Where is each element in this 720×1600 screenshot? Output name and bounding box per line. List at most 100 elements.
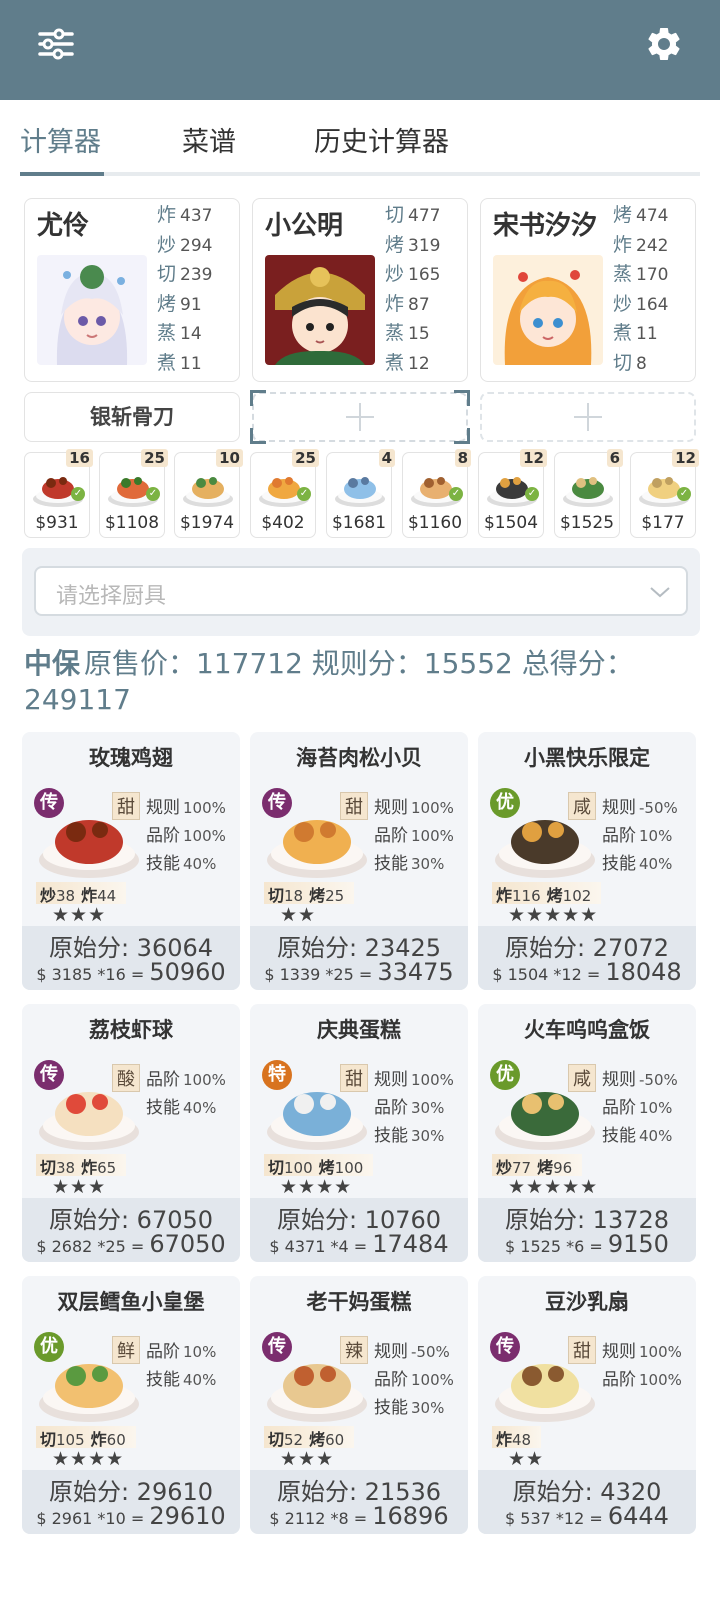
skill-value: 48 <box>512 1431 532 1449</box>
star-rating: ★★ <box>280 904 317 926</box>
bonus-value: 100% <box>183 799 226 817</box>
bonus-value: 10% <box>183 1343 217 1361</box>
tab-calculator[interactable]: 计算器 <box>20 120 101 159</box>
dish-total: 16896 <box>372 1502 449 1530</box>
equipment-slot-selected[interactable] <box>250 390 470 444</box>
bonus-row: 技能 40% <box>146 1094 226 1122</box>
star-rating: ★★★★★ <box>508 1176 599 1198</box>
flavor-tag: 咸 <box>568 1064 596 1092</box>
flavor-tag: 鲜 <box>112 1336 140 1364</box>
bonus-value: 40% <box>639 1127 673 1145</box>
selected-recipe-card[interactable]: 16 ✓ $931 <box>24 449 93 538</box>
bonus-label: 品阶 <box>146 1342 180 1362</box>
bonus-row: 品阶 100% <box>146 1066 226 1094</box>
kitchenware-placeholder: 请选择厨具 <box>56 584 167 609</box>
selected-recipe-card[interactable]: 25 ✓ $402 <box>250 449 319 538</box>
selection-corner <box>250 390 266 406</box>
dish-card[interactable]: 庆典蛋糕特甜规则 100% 品阶 30% 技能 30% 切100 烤100 ★★★★ 原始分: 1… <box>250 1004 468 1262</box>
bonus-label: 技能 <box>146 1370 180 1390</box>
chef-card[interactable]: 宋书汐汐 烤 474 炸 242 蒸 170 炒 164 煮 11 切8 <box>480 198 696 382</box>
skill-label: 烤 <box>546 886 563 905</box>
selected-recipe-card[interactable]: 25 ✓ $1108 <box>99 449 168 538</box>
bonus-list: 规则 -50% 品阶 10% 技能 40% <box>602 794 678 878</box>
selection-corner <box>250 428 266 444</box>
bonus-row: 规则 100% <box>146 794 226 822</box>
selected-recipe-card[interactable]: 8 ✓ $1160 <box>402 449 471 538</box>
dish-card[interactable]: 双层鳕鱼小皇堡优鲜品阶 10% 技能 40% 切105 炸60 ★★★★ 原始分: 29610… <box>22 1276 240 1534</box>
star-rating: ★★★ <box>52 904 107 926</box>
skill-value: 60 <box>325 1431 345 1449</box>
bonus-value: 100% <box>411 1071 454 1089</box>
dish-image <box>106 463 160 509</box>
equipment-slot-empty[interactable] <box>480 392 696 442</box>
bonus-list: 品阶 10% 技能 40% <box>146 1338 216 1394</box>
bonus-value: 100% <box>411 799 454 817</box>
bonus-label: 规则 <box>374 1070 408 1090</box>
dish-image <box>637 463 691 509</box>
stat-row: 炒 294 <box>157 233 213 256</box>
kitchenware-select[interactable]: 请选择厨具 <box>34 566 688 616</box>
selected-recipe-card[interactable]: 6 $1525 <box>554 449 623 538</box>
dish-score-footer: 原始分: 36064 $ 3185 *16 = 50960 <box>22 926 240 990</box>
chef-stats: 切 477 烤 319 炒 165 炸 87 蒸 15 煮 12 <box>385 201 469 378</box>
dish-name: 火车呜呜盒饭 <box>524 1018 650 1042</box>
sliders-icon[interactable] <box>34 22 78 66</box>
tab-history-calculator[interactable]: 历史计算器 <box>314 120 449 159</box>
bonus-value: 100% <box>183 1071 226 1089</box>
selected-recipe-card[interactable]: 12 ✓ $1504 <box>478 449 547 538</box>
dish-card[interactable]: 荔枝虾球传酸品阶 100% 技能 40% 切38 炸65 ★★★ 原始分: 67050 $ 26… <box>22 1004 240 1262</box>
plus-icon <box>344 401 376 433</box>
plus-icon <box>572 401 604 433</box>
recipe-price: $1504 <box>483 513 539 533</box>
stat-row: 煮 11 <box>157 351 202 374</box>
skill-value: 116 <box>512 887 541 905</box>
bonus-row: 技能 30% <box>374 1122 454 1150</box>
flavor-tag: 辣 <box>340 1336 368 1364</box>
dish-card[interactable]: 海苔肉松小贝传甜规则 100% 品阶 100% 技能 30% 切18 烤25 ★★ 原始分: 23… <box>250 732 468 990</box>
price-formula: $ 1525 *6 = <box>505 1237 603 1256</box>
dish-card[interactable]: 老干妈蛋糕传辣规则 -50% 品阶 100% 技能 30% 切52 烤60 ★★★ 原始分: 21… <box>250 1276 468 1534</box>
check-icon: ✓ <box>449 487 463 501</box>
bonus-value: 30% <box>411 1127 445 1145</box>
bonus-value: 30% <box>411 1399 445 1417</box>
bonus-label: 技能 <box>374 1398 408 1418</box>
equipment-button[interactable]: 银斩骨刀 <box>24 392 240 442</box>
dish-score-footer: 原始分: 10760 $ 4371 *4 = 17484 <box>250 1198 468 1262</box>
dish-card[interactable]: 豆沙乳扇传甜规则 100% 品阶 100% 炸48 ★★ 原始分: 4320 $ 537 *1… <box>478 1276 696 1534</box>
bonus-row: 品阶 100% <box>374 1366 454 1394</box>
tab-recipes[interactable]: 菜谱 <box>182 120 236 159</box>
dish-total: 33475 <box>377 958 454 986</box>
skill-value: 52 <box>284 1431 304 1449</box>
skill-requirements: 切100 烤100 <box>264 1154 374 1177</box>
bonus-row: 规则 100% <box>602 1338 682 1366</box>
star-rating: ★★ <box>508 1448 545 1470</box>
skill-value: 100 <box>284 1159 313 1177</box>
skill-label: 切 <box>40 1430 57 1449</box>
flavor-tag: 酸 <box>112 1064 140 1092</box>
chef-card[interactable]: 尤伶 炸 437 炒 294 切 239 烤 91 蒸 14 煮 11 <box>24 198 240 382</box>
chef-card[interactable]: 小公明 切 477 烤 319 炒 165 炸 87 蒸 15 煮 12 <box>252 198 468 382</box>
selected-recipe-card[interactable]: 10 $1974 <box>174 449 243 538</box>
check-icon: ✓ <box>146 487 160 501</box>
bonus-label: 技能 <box>146 1098 180 1118</box>
dish-card[interactable]: 火车呜呜盒饭优咸规则 -50% 品阶 10% 技能 40% 炒77 烤96 ★★★★★ 原始分: … <box>478 1004 696 1262</box>
skill-value: 44 <box>97 887 117 905</box>
stat-row: 烤 91 <box>157 292 202 315</box>
dish-card[interactable]: 小黑快乐限定优咸规则 -50% 品阶 10% 技能 40% 炸116 烤102 ★★★★★ 原始分… <box>478 732 696 990</box>
recipe-price: $931 <box>35 513 79 533</box>
bonus-label: 技能 <box>602 1126 636 1146</box>
price-calculation: $ 1525 *6 = 9150 <box>478 1230 696 1258</box>
rarity-badge: 传 <box>262 1332 292 1362</box>
bonus-value: 100% <box>639 1371 682 1389</box>
skill-label: 炸 <box>81 886 98 905</box>
dish-card[interactable]: 玫瑰鸡翅传甜规则 100% 品阶 100% 技能 40% 炒38 炸44 ★★★ 原始分: 360… <box>22 732 240 990</box>
bonus-value: 100% <box>411 827 454 845</box>
gear-icon[interactable] <box>644 24 688 68</box>
selected-recipe-card[interactable]: 4 $1681 <box>326 449 395 538</box>
active-tab-indicator <box>20 172 104 176</box>
selected-recipe-card[interactable]: 12 ✓ $177 <box>630 449 699 538</box>
stat-row: 炸 437 <box>157 204 213 226</box>
bonus-value: 10% <box>639 827 673 845</box>
bonus-label: 规则 <box>602 1342 636 1362</box>
bonus-row: 规则 -50% <box>602 1066 678 1094</box>
